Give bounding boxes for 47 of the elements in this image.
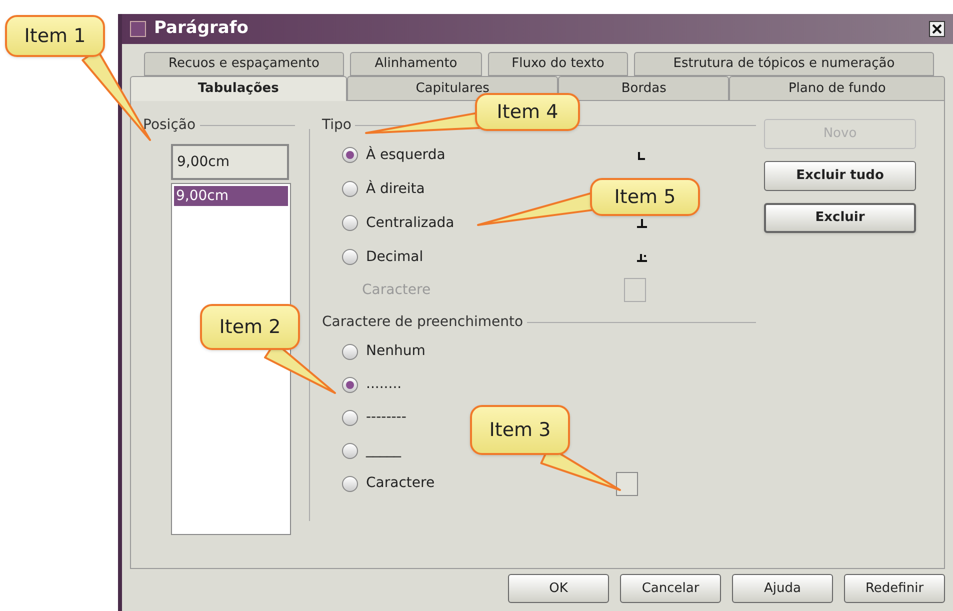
dialog-button[interactable]: Redefinir: [844, 574, 945, 603]
position-field[interactable]: 9,00cm: [171, 144, 289, 180]
tab[interactable]: Plano de fundo: [729, 76, 945, 101]
callout-tooltip: Item 1: [5, 15, 105, 57]
option-label[interactable]: Nenhum: [366, 341, 608, 362]
tab[interactable]: Bordas: [558, 76, 730, 101]
radio-button[interactable]: [342, 181, 358, 197]
radio-button[interactable]: [342, 376, 358, 392]
radio-button[interactable]: [342, 442, 358, 458]
dialog-button[interactable]: Ajuda: [732, 574, 833, 603]
window-icon: [130, 21, 146, 37]
tab[interactable]: Recuos e espaçamento: [144, 52, 344, 76]
tab[interactable]: Tabulações: [130, 76, 347, 101]
radio-button[interactable]: [342, 215, 358, 231]
radio-button[interactable]: [342, 410, 358, 426]
option-label[interactable]: Decimal: [366, 246, 628, 268]
callout-tooltip: Item 2: [200, 304, 300, 350]
character-field[interactable]: [616, 472, 638, 496]
window-title: Parágrafo: [154, 17, 248, 40]
option-label: Caractere: [362, 280, 432, 300]
list-item[interactable]: 9,00cm: [174, 186, 288, 206]
side-button[interactable]: Excluir tudo: [764, 161, 916, 191]
tab[interactable]: Fluxo do texto: [488, 52, 628, 76]
tab[interactable]: Alinhamento: [350, 52, 482, 76]
option-label[interactable]: Caractere: [366, 473, 608, 494]
close-icon: [932, 24, 942, 34]
close-button[interactable]: [929, 21, 945, 37]
callout-tooltip: Item 3: [470, 405, 570, 455]
tab-stop-icon: [636, 218, 648, 228]
side-button[interactable]: Excluir: [764, 203, 916, 233]
tab-stop-icon: [636, 150, 648, 160]
callout-tooltip: Item 4: [475, 93, 580, 131]
callout-tooltip: Item 5: [590, 178, 700, 216]
radio-button[interactable]: [342, 344, 358, 360]
radio-button[interactable]: [342, 476, 358, 492]
group-label: Posição: [143, 116, 196, 135]
tab-stop-icon: [636, 252, 648, 262]
option-label[interactable]: ........: [366, 374, 608, 395]
tab[interactable]: Estrutura de tópicos e numeração: [634, 52, 934, 76]
radio-button[interactable]: [342, 249, 358, 265]
option-label[interactable]: À esquerda: [366, 144, 628, 166]
radio-button[interactable]: [342, 147, 358, 163]
group-label: Caractere de preenchimento: [322, 313, 524, 332]
dialog-button[interactable]: OK: [508, 574, 609, 603]
character-field[interactable]: [624, 278, 646, 302]
group-label: Tipo: [322, 116, 352, 135]
dialog-button[interactable]: Cancelar: [620, 574, 721, 603]
